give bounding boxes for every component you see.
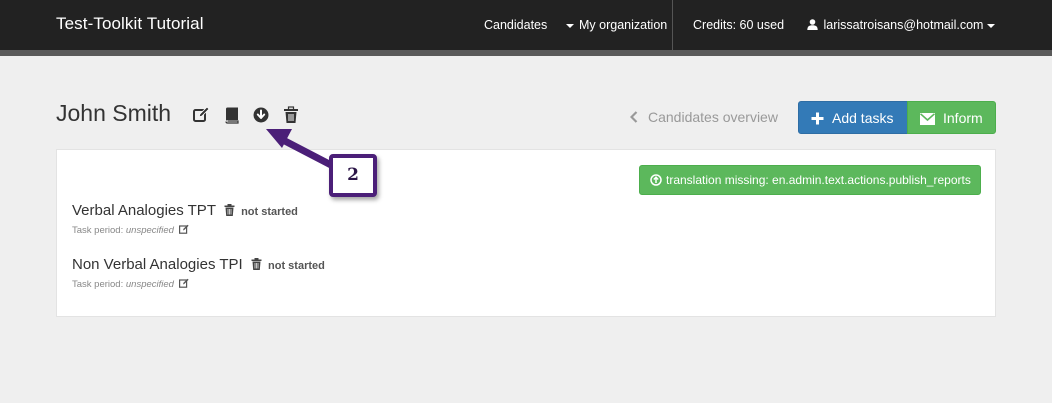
task-period: Task period: unspecified: [72, 278, 325, 290]
brand-title[interactable]: Test-Toolkit Tutorial: [56, 14, 204, 34]
trash-icon[interactable]: [224, 204, 235, 216]
task-period-value: unspecified: [125, 279, 174, 290]
upload-circle-icon: [650, 174, 662, 186]
publish-reports-label: translation missing: en.admin.text.actio…: [666, 173, 971, 187]
envelope-icon: [919, 113, 936, 125]
add-tasks-button[interactable]: Add tasks: [798, 101, 908, 134]
nav-divider: [672, 0, 673, 50]
user-icon: [807, 19, 818, 30]
navbar-bottom-border: [0, 50, 1052, 56]
task-period-label: Task period:: [72, 279, 124, 290]
task-period-label: Task period:: [72, 225, 124, 236]
edit-icon[interactable]: [178, 278, 189, 288]
book-icon[interactable]: [223, 106, 241, 124]
nav-organization-dropdown[interactable]: My organization: [566, 18, 667, 32]
page-title: John Smith: [56, 100, 172, 126]
edit-icon[interactable]: [178, 224, 189, 234]
user-menu-dropdown[interactable]: larissatroisans@hotmail.com: [807, 18, 996, 32]
tasks-panel: translation missing: en.admin.text.actio…: [56, 149, 996, 317]
candidates-overview-link[interactable]: Candidates overview: [630, 109, 778, 125]
task-status: not started: [268, 260, 325, 272]
task-item: Verbal Analogies TPT not started Task pe…: [72, 202, 298, 236]
credits-info: Credits: 60 used: [693, 18, 785, 32]
task-name: Non Verbal Analogies TPI: [72, 256, 243, 273]
task-item: Non Verbal Analogies TPI not started Tas…: [72, 256, 325, 290]
caret-down-icon: [987, 23, 996, 28]
user-email: larissatroisans@hotmail.com: [823, 18, 984, 32]
navbar: Test-Toolkit Tutorial Candidates My orga…: [0, 0, 1052, 50]
trash-icon[interactable]: [282, 106, 300, 124]
publish-reports-button[interactable]: translation missing: en.admin.text.actio…: [639, 165, 981, 195]
task-status: not started: [241, 206, 298, 218]
task-period-value: unspecified: [125, 225, 174, 236]
annotation-step-badge: 2: [329, 154, 377, 197]
edit-icon[interactable]: [192, 106, 210, 124]
download-icon[interactable]: [252, 106, 270, 124]
nav-candidates[interactable]: Candidates: [484, 18, 547, 32]
candidates-overview-label: Candidates overview: [648, 109, 778, 125]
inform-label: Inform: [943, 110, 983, 126]
chevron-left-icon: [630, 111, 638, 123]
add-tasks-label: Add tasks: [832, 110, 894, 126]
plus-icon: [811, 112, 824, 125]
task-name: Verbal Analogies TPT: [72, 202, 216, 219]
trash-icon[interactable]: [251, 258, 262, 270]
caret-down-icon: [566, 23, 574, 28]
inform-button[interactable]: Inform: [907, 101, 996, 134]
task-period: Task period: unspecified: [72, 224, 298, 236]
nav-organization-label: My organization: [579, 18, 668, 32]
